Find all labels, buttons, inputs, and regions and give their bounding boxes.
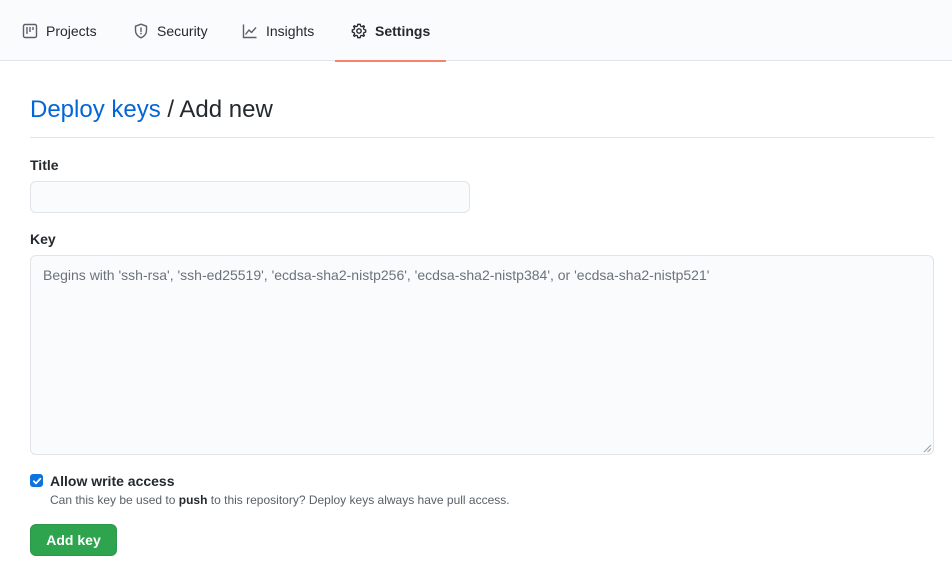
breadcrumb-separator: / [167, 96, 175, 123]
key-label: Key [30, 231, 56, 247]
tab-settings[interactable]: Settings [334, 0, 447, 62]
checkmark-icon [32, 477, 41, 484]
title-input[interactable] [30, 181, 470, 213]
project-board-icon [22, 23, 38, 39]
title-label: Title [30, 157, 59, 173]
page-title: Deploy keys / Add new [30, 96, 934, 138]
shield-icon [133, 23, 149, 39]
repo-nav-bar: Projects Security Insights Settings [0, 0, 952, 62]
tab-label: Insights [266, 22, 315, 39]
note-text: to this repository? Deploy keys always h… [210, 493, 510, 507]
note-bold-text: push [178, 493, 208, 507]
tab-security[interactable]: Security [133, 0, 208, 61]
breadcrumb-current: Add new [179, 96, 273, 123]
graph-icon [242, 23, 258, 39]
write-access-checkbox[interactable] [30, 474, 43, 487]
tab-insights[interactable]: Insights [242, 0, 314, 61]
deploy-keys-link[interactable]: Deploy keys [30, 96, 161, 123]
note-text: Can this key be used to [50, 493, 176, 507]
write-access-label[interactable]: Allow write access [50, 473, 175, 489]
add-key-button[interactable]: Add key [30, 524, 117, 556]
resize-grip-icon[interactable] [922, 443, 932, 453]
tab-label: Security [157, 22, 208, 39]
tab-label: Settings [375, 22, 431, 39]
gear-icon [351, 23, 367, 39]
tab-label: Projects [46, 22, 97, 39]
key-textarea[interactable] [30, 255, 934, 455]
write-access-note: Can this key be used to push to this rep… [50, 493, 510, 507]
tab-projects[interactable]: Projects [22, 0, 97, 61]
